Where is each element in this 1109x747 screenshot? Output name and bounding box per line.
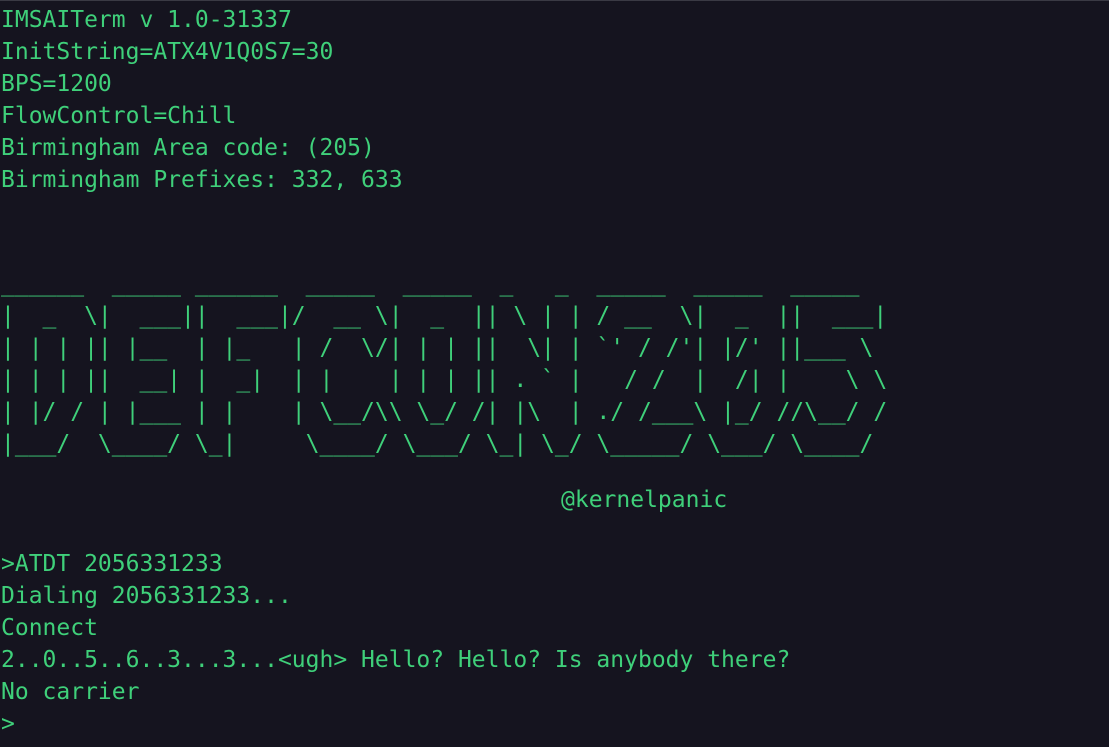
- banner-line: | | | || |__ | |_ | / \/| | | || \| | `'…: [1, 335, 888, 361]
- flow-control-line: FlowControl=Chill: [1, 103, 237, 129]
- area-code-line: Birmingham Area code: (205): [1, 135, 375, 161]
- terminal-window[interactable]: IMSAITerm v 1.0-31337 InitString=ATX4V1Q…: [0, 0, 1109, 747]
- banner-line: ______ _____ ______ _____ _____ _ _ ____…: [1, 271, 874, 297]
- dial-command-line: >ATDT 2056331233: [1, 551, 223, 577]
- dialing-status-line: Dialing 2056331233...: [1, 583, 292, 609]
- command-prompt[interactable]: >: [1, 708, 15, 740]
- banner-line: | _ \| ___|| ___|/ __ \| _ || \ | | / __…: [1, 303, 888, 329]
- bps-line: BPS=1200: [1, 71, 112, 97]
- remote-message-line: 2..0..5..6..3...3...<ugh> Hello? Hello? …: [1, 647, 791, 673]
- prefixes-line: Birmingham Prefixes: 332, 633: [1, 167, 403, 193]
- init-string-line: InitString=ATX4V1Q0S7=30: [1, 39, 334, 65]
- no-carrier-line: No carrier: [1, 679, 140, 705]
- connect-status-line: Connect: [1, 615, 98, 641]
- banner-line: | |/ / | |___ | | | \__/\\ \_/ /| |\ | .…: [1, 399, 888, 425]
- terminal-title: IMSAITerm v 1.0-31337: [1, 7, 292, 33]
- banner-line: | | | || __| | _| | | | | | || . ` | / /…: [1, 367, 888, 393]
- banner-line: |___/ \____/ \_| \____/ \___/ \_| \_/ \_…: [1, 431, 888, 457]
- banner-author: @kernelpanic: [561, 487, 728, 513]
